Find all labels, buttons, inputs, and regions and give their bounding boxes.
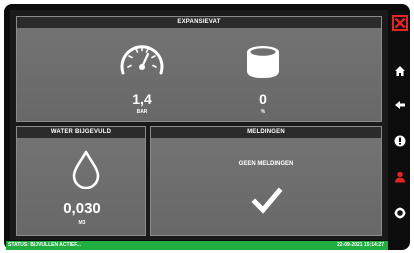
close-stop-icon: [392, 15, 408, 31]
tank-level-value: 0: [259, 91, 267, 107]
user-button[interactable]: [390, 168, 410, 186]
water-bijgevuld-title: WATER BIJGEVULD: [17, 127, 145, 138]
settings-gear-icon: [394, 207, 406, 219]
pressure-value: 1,4: [132, 91, 152, 107]
meldingen-message: GEEN MELDINGEN: [238, 161, 294, 167]
tank-level-unit: %: [260, 109, 266, 115]
expansion-tank-icon: [247, 46, 279, 78]
home-icon: [395, 66, 405, 76]
side-navigation: [390, 8, 410, 240]
pressure-gauge-icon: [120, 45, 164, 75]
expansievat-title: EXPANSIEVAT: [17, 17, 381, 28]
checkmark-icon: [251, 187, 283, 214]
status-datetime: 22-09-2021 15:14:27: [337, 242, 384, 248]
status-text: STATUS: BIJVULLEN ACTIEF...: [8, 242, 81, 248]
settings-button[interactable]: [390, 204, 410, 222]
status-bar: STATUS: BIJVULLEN ACTIEF... 22-09-2021 1…: [6, 241, 388, 250]
water-unit: M3: [78, 220, 86, 226]
pressure-unit: BAR: [136, 109, 148, 115]
user-icon: [395, 171, 405, 183]
home-button[interactable]: [390, 62, 410, 80]
close-stop-button[interactable]: [390, 14, 410, 32]
back-arrow-icon: [395, 101, 405, 109]
meldingen-title: MELDINGEN: [151, 127, 381, 138]
water-bijgevuld-panel: WATER BIJGEVULD 0,030 M3: [16, 126, 146, 236]
water-value: 0,030: [63, 200, 101, 217]
meldingen-panel: MELDINGEN GEEN MELDINGEN: [150, 126, 382, 236]
info-icon: [394, 135, 406, 147]
info-button[interactable]: [390, 132, 410, 150]
water-drop-icon: [72, 150, 100, 189]
main-screen: EXPANSIEVAT 1,4 BAR 0 % WATER BIJGEVULD …: [10, 10, 388, 240]
back-button[interactable]: [390, 96, 410, 114]
expansievat-panel: EXPANSIEVAT 1,4 BAR 0 %: [16, 16, 382, 122]
